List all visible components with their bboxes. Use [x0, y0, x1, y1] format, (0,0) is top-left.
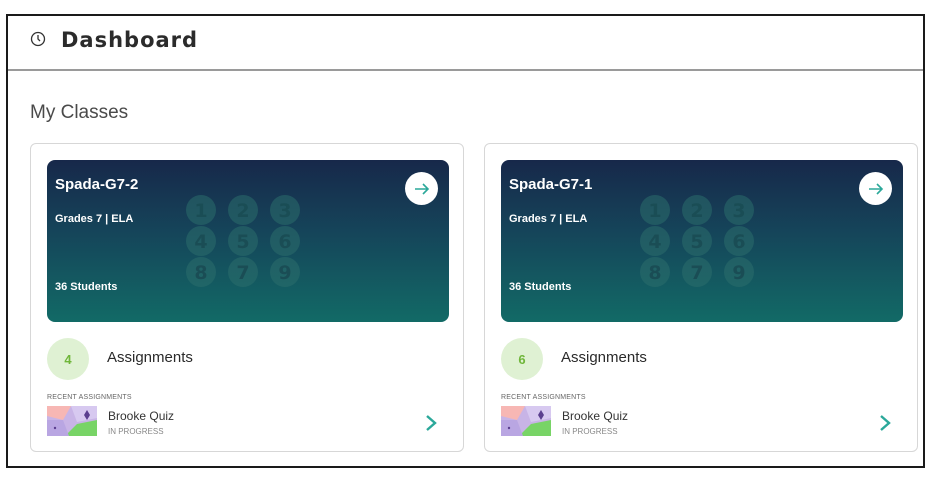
recent-assignments-label: RECENT ASSIGNMENTS [501, 394, 586, 401]
numeral: 5 [236, 231, 249, 253]
clock-icon [30, 31, 46, 47]
numeral: 9 [278, 262, 291, 284]
quiz-name: Brooke Quiz [108, 409, 175, 423]
open-class-button[interactable] [405, 172, 438, 205]
class-student-count: 36 Students [55, 281, 118, 293]
numeral: 7 [236, 262, 249, 284]
numeral: 6 [278, 231, 291, 253]
numeral: 4 [648, 231, 661, 253]
assignments-label: Assignments [107, 349, 193, 366]
class-name: Spada-G7-2 [55, 176, 139, 193]
assignment-count-badge: 6 [501, 338, 543, 380]
numeral: 4 [194, 231, 207, 253]
class-card[interactable]: 1 2 3 4 5 6 8 7 9 Spada-G7-1 Grades 7 | … [484, 143, 918, 452]
numbers-pattern-icon: 1 2 3 4 5 6 8 7 9 [186, 195, 300, 287]
class-banner[interactable]: 1 2 3 4 5 6 8 7 9 Spada-G7-1 Grades 7 | … [501, 160, 903, 322]
class-grade-subject: Grades 7 | ELA [509, 213, 588, 225]
dashboard-window: Dashboard My Classes 1 2 3 4 5 6 8 7 9 S… [6, 14, 925, 468]
assignment-count-badge: 4 [47, 338, 89, 380]
class-name: Spada-G7-1 [509, 176, 593, 193]
assignments-label: Assignments [561, 349, 647, 366]
numeral: 2 [236, 200, 249, 222]
open-class-button[interactable] [859, 172, 892, 205]
quiz-thumbnail-icon [501, 406, 551, 436]
class-banner[interactable]: 1 2 3 4 5 6 8 7 9 Spada-G7-2 Grades 7 | … [47, 160, 449, 322]
section-title: My Classes [30, 102, 129, 123]
numeral: 1 [194, 200, 207, 222]
recent-assignments-label: RECENT ASSIGNMENTS [47, 394, 132, 401]
chevron-right-icon[interactable] [424, 414, 438, 432]
numeral: 9 [732, 262, 745, 284]
arrow-right-icon [414, 182, 429, 195]
numeral: 6 [732, 231, 745, 253]
numeral: 5 [690, 231, 703, 253]
class-grade-subject: Grades 7 | ELA [55, 213, 134, 225]
quiz-thumbnail-icon [47, 406, 97, 436]
class-student-count: 36 Students [509, 281, 572, 293]
quiz-name: Brooke Quiz [562, 409, 629, 423]
numeral: 8 [648, 262, 661, 284]
numbers-pattern-icon: 1 2 3 4 5 6 8 7 9 [640, 195, 754, 287]
numeral: 3 [732, 200, 745, 222]
numeral: 8 [194, 262, 207, 284]
numeral: 3 [278, 200, 291, 222]
page-title: Dashboard [61, 28, 199, 52]
quiz-status: IN PROGRESS [108, 427, 164, 436]
quiz-status: IN PROGRESS [562, 427, 618, 436]
numeral: 7 [690, 262, 703, 284]
class-card[interactable]: 1 2 3 4 5 6 8 7 9 Spada-G7-2 Grades 7 | … [30, 143, 464, 452]
numeral: 1 [648, 200, 661, 222]
chevron-right-icon[interactable] [878, 414, 892, 432]
numeral: 2 [690, 200, 703, 222]
arrow-right-icon [868, 182, 883, 195]
header-bar: Dashboard [8, 16, 923, 71]
